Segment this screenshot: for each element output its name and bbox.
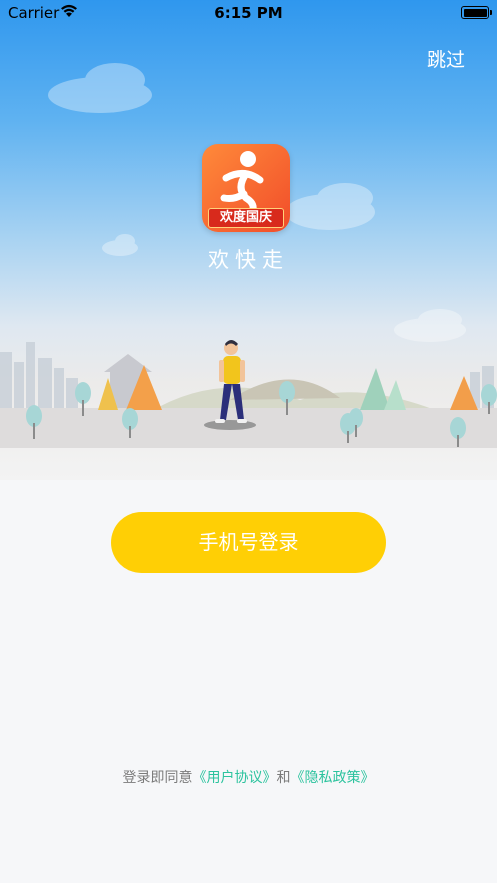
battery-icon xyxy=(461,6,492,19)
illustration-scene xyxy=(0,63,497,448)
app-name: 欢快走 xyxy=(208,248,289,272)
phone-login-button[interactable]: 手机号登录 xyxy=(111,512,386,573)
logo-badge: 欢度国庆 xyxy=(208,208,284,228)
agreement-text: 登录即同意《用户协议》和《隐私政策》 xyxy=(0,767,497,787)
app-logo: 欢度国庆 xyxy=(202,144,290,232)
user-agreement-link[interactable]: 《用户协议》 xyxy=(193,770,277,786)
status-bar: Carrier 6:15 PM xyxy=(0,0,497,26)
clock: 6:15 PM xyxy=(214,4,283,22)
skip-button[interactable]: 跳过 xyxy=(427,45,465,72)
privacy-policy-link[interactable]: 《隐私政策》 xyxy=(291,770,375,786)
agreement-conjunction: 和 xyxy=(276,770,291,786)
agreement-prefix: 登录即同意 xyxy=(122,770,193,786)
